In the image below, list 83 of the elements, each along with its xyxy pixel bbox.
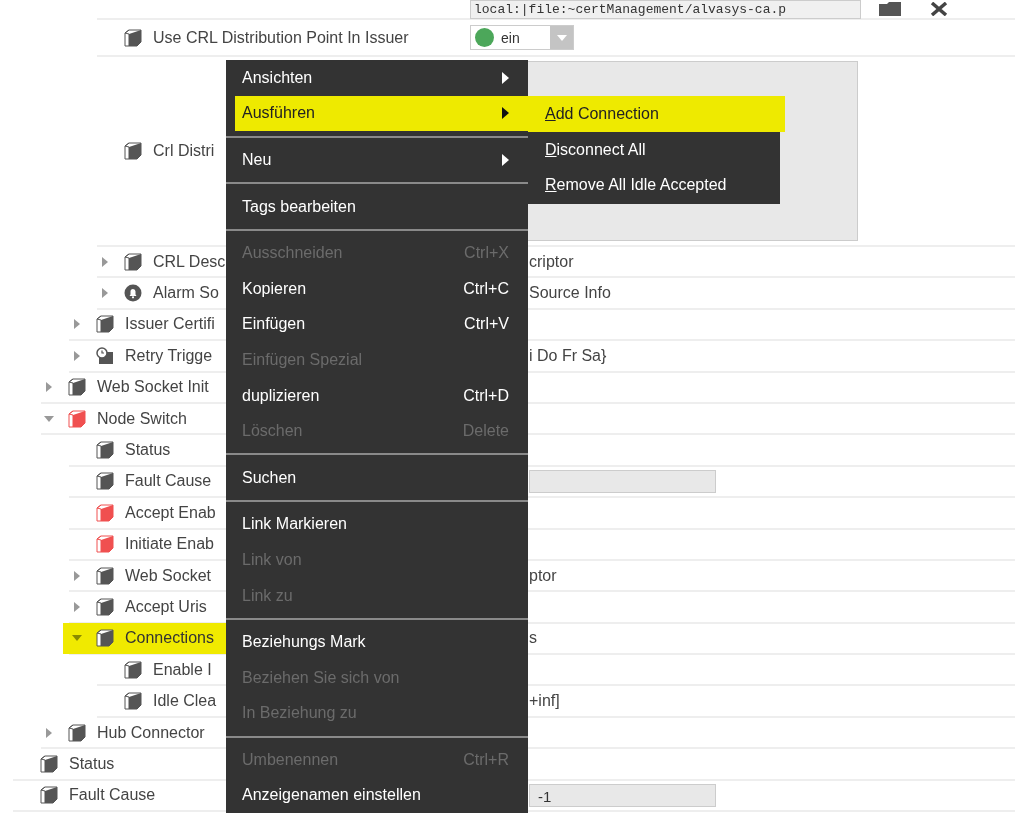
cube-icon [96,472,114,491]
tree-item-label: Crl Distri [153,142,215,160]
menu-item[interactable]: Ansichten [226,60,528,96]
shortcut-label: Ctrl+D [463,386,509,405]
expand-arrow-icon[interactable] [72,319,82,330]
shortcut-label: Delete [462,422,509,441]
cube-icon [40,754,58,773]
status-dot-icon [475,28,494,47]
cube-icon [96,441,114,460]
file-path-field[interactable]: local:|file:~certManagement/alvasys-ca.p [470,0,861,19]
shortcut-label: Ctrl+X [464,244,509,263]
menu-item[interactable]: Tags bearbeiten [226,188,528,225]
cube-icon [96,535,114,554]
cube-icon [96,315,114,334]
cube-icon [68,723,86,742]
menu-item[interactable]: Neu [226,142,528,178]
expand-arrow-icon[interactable] [72,602,82,612]
tree-item-label: CRL Desc [153,252,226,271]
expand-arrow-icon[interactable] [44,727,54,738]
menu-item[interactable]: Einfügen Ctrl+V [226,306,528,343]
tree-item[interactable]: Use CRL Distribution Point In Issuer [97,22,439,53]
cube-icon [124,252,142,271]
expand-arrow-icon[interactable] [72,350,82,361]
menu-item[interactable]: Kopieren Ctrl+C [226,270,528,307]
tree-item[interactable]: Node Switch [41,403,217,435]
dropdown[interactable]: ein [470,25,574,50]
tree-item-label: Fault Cause [69,786,156,805]
menu-item[interactable]: Disconnect All [528,131,780,167]
expand-arrow-icon[interactable] [100,256,110,267]
value-text: i Do Fr Sa} [529,346,607,365]
cube-icon [96,503,114,522]
tree-item-label: Initiate Enab [125,535,214,554]
cube-icon [124,142,142,160]
cube-icon [124,660,142,679]
cube-icon [68,409,86,428]
tree-item-label: Issuer Certifi [125,315,215,334]
timer-icon [96,346,114,365]
expand-arrow-icon[interactable] [100,288,110,299]
tree-item[interactable]: Status [13,748,145,780]
cube-icon [124,28,142,47]
tree-item-label: Enable I [153,660,212,679]
cube-icon [68,378,86,397]
tree-item-label: Retry Trigge [125,346,213,365]
value-field[interactable] [529,469,716,493]
value-text: criptor [529,252,574,271]
menu-item[interactable]: Add Connection [528,96,785,132]
tree-item-label: Status [125,441,171,460]
tree-item[interactable]: Fault Cause [13,779,186,811]
menu-item[interactable]: Ausführen [235,95,528,132]
cube-icon [40,786,58,805]
value-text: s [529,629,537,648]
menu-item[interactable]: Remove All Idle Accepted [528,167,780,203]
tree-item-label: Web Socket [125,566,211,585]
tree-item-label: Connections [125,629,214,648]
tree-item-label: Accept Uris [125,598,207,616]
tree-item-label: Accept Enab [125,503,216,522]
tree-item-label: Fault Cause [125,472,212,491]
value-text: ptor [529,566,557,585]
tree-item-label: Use CRL Distribution Point In Issuer [153,28,409,47]
shortcut-label: Ctrl+C [463,279,509,298]
tree-item[interactable]: Status [69,434,201,466]
cube-icon [96,598,114,616]
tree-item-label: Hub Connector [97,723,205,742]
folder-icon[interactable] [879,2,901,16]
shortcut-label: Ctrl+V [464,315,509,334]
tree-item-label: Web Socket Init [97,378,209,397]
bell-icon [124,284,142,303]
shortcut-label: Ctrl+R [463,750,509,769]
cube-icon [96,629,114,648]
cube-icon [124,692,142,711]
value-text: +inf] [529,692,560,711]
tree-item-label: Idle Clea [153,692,217,711]
cube-icon [96,566,114,585]
collapse-arrow-icon[interactable] [44,413,54,424]
menu-item[interactable]: Anzeigenamen einstellen [226,777,528,813]
expand-arrow-icon[interactable] [72,570,82,581]
tree-item-label: Alarm So [153,284,219,303]
tree-item-label: Node Switch [97,409,187,428]
value-field[interactable]: -1 [529,783,716,807]
value-text: Source Info [529,284,611,303]
expand-arrow-icon[interactable] [44,382,54,393]
tree-item-label: Status [69,754,115,773]
close-icon[interactable] [929,2,949,16]
